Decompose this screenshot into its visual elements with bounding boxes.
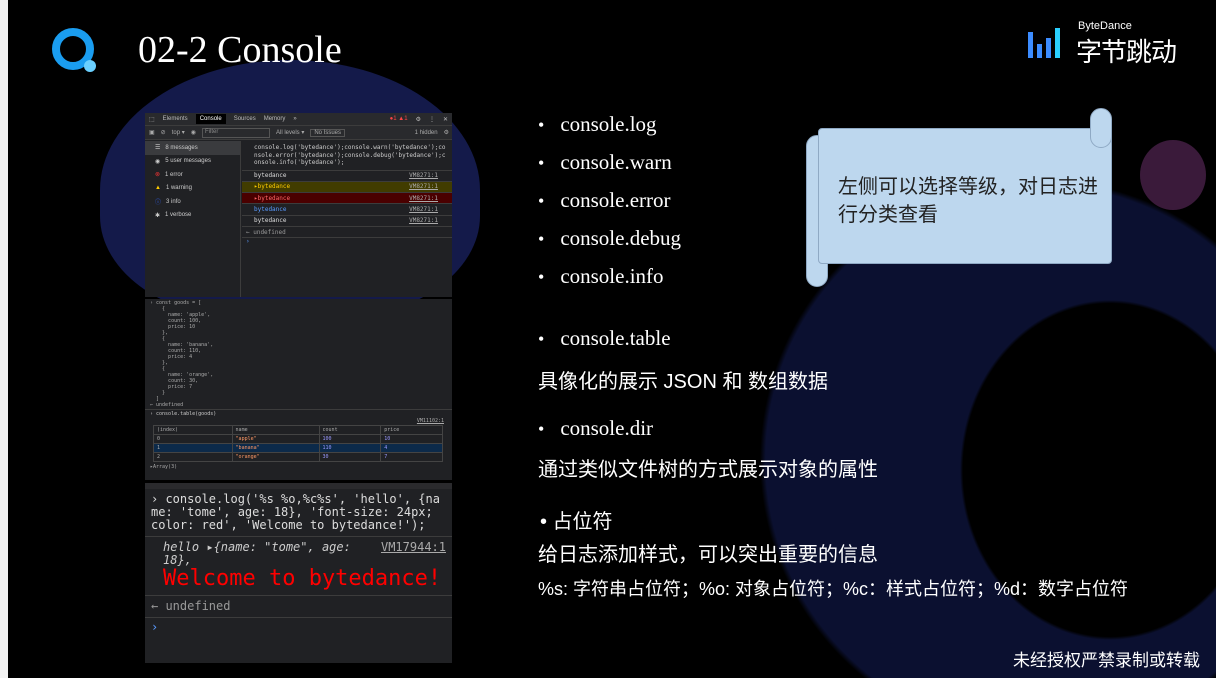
clear-icon[interactable]: ⊘ xyxy=(161,129,166,136)
bullet-warn: console.warn xyxy=(538,150,671,175)
console-prompt[interactable]: › xyxy=(145,618,452,636)
slide-footer: 未经授权严禁录制或转载 xyxy=(1013,651,1200,670)
sidebar-item-errors[interactable]: ⊗ 1 error xyxy=(145,168,240,182)
issue-badges[interactable]: ●1 ▲1 xyxy=(390,116,408,122)
placeholder-detail: %s: 字符串占位符；%o: 对象占位符；%c：样式占位符；%d：数字占位符 xyxy=(538,579,1129,599)
placeholder-desc: 给日志添加样式，可以突出重要的信息 xyxy=(538,544,878,566)
goods-table: (index) name count price 0 "apple" 100 10 1 "ba… xyxy=(153,425,443,462)
console-command: console.log('bytedance');console.warn('b… xyxy=(242,141,452,171)
warning-icon: ▲ xyxy=(155,185,161,192)
bullet-error: console.error xyxy=(538,188,670,213)
user-icon: ◉ xyxy=(155,158,161,165)
log-row: bytedance VM8271:1 xyxy=(242,171,452,182)
warn-row: ▸bytedance VM8271:1 xyxy=(242,181,452,194)
table-row: 2 "orange" 30 7 xyxy=(153,452,443,462)
table-call: › console.table(goods) xyxy=(145,409,452,418)
course-logo xyxy=(52,28,96,72)
table-src[interactable]: VM11102:1 xyxy=(145,418,452,424)
console-sidebar: ☰ 8 messages ◉ 5 user messages ⊗ 1 error ▲ 1… xyxy=(145,141,241,297)
bullet-log: console.log xyxy=(538,112,656,137)
table-desc: 具像化的展示 JSON 和 数组数据 xyxy=(538,371,829,393)
slide-title: 02-2 Console xyxy=(138,29,342,71)
sidebar-item-warnings[interactable]: ▲ 1 warning xyxy=(145,182,240,196)
format-command: › console.log('%s %o,%c%s', 'hello', {na… xyxy=(145,489,452,537)
table-row: 0 "apple" 100 10 xyxy=(153,434,443,444)
bullet-placeholder: • 占位符 xyxy=(540,511,613,533)
issues-button[interactable]: No Issues xyxy=(310,128,346,137)
goods-code: › const goods = [ { name: 'apple', count… xyxy=(150,300,214,408)
close-icon[interactable]: ✕ xyxy=(443,116,448,123)
debug-row: bytedance VM8271:1 xyxy=(242,216,452,227)
welcome-text: Welcome to bytedance! xyxy=(163,566,442,591)
devtools-tabs: ⬚ Elements Console Sources Memory » ●1 ▲… xyxy=(145,113,452,126)
format-output: hello ▸{name: "tome", age: 18}, VM17944:1… xyxy=(145,537,452,596)
console-output: console.log('bytedance');console.warn('b… xyxy=(242,141,452,245)
more-icon[interactable]: ⋮ xyxy=(429,116,435,123)
eye-icon[interactable]: ◉ xyxy=(191,129,196,136)
tab-elements[interactable]: Elements xyxy=(163,116,188,122)
tab-sources[interactable]: Sources xyxy=(234,116,256,122)
bullet-info: console.info xyxy=(538,264,663,289)
info-icon: ⓘ xyxy=(155,200,162,207)
sidebar-item-messages[interactable]: ☰ 8 messages xyxy=(145,141,240,155)
devtools-console-panel: ⬚ Elements Console Sources Memory » ●1 ▲… xyxy=(145,113,452,297)
levels-select[interactable]: All levels ▾ xyxy=(276,129,304,136)
hidden-count: 1 hidden xyxy=(414,129,438,136)
slide-edge xyxy=(0,0,8,678)
more-tabs[interactable]: » xyxy=(293,116,296,122)
table-row: 1 "banana" 110 4 xyxy=(153,443,443,453)
sidebar-item-info[interactable]: ⓘ 3 info xyxy=(145,195,240,209)
gear-icon[interactable]: ⚙ xyxy=(416,116,421,123)
decor-planet xyxy=(1140,140,1206,210)
error-row: ▸bytedance VM8271:1 xyxy=(242,193,452,205)
result-row: ← undefined xyxy=(242,227,452,239)
inspect-icon[interactable]: ⬚ xyxy=(149,116,155,123)
console-table-panel: › const goods = [ { name: 'apple', count… xyxy=(145,299,452,480)
error-icon: ⊗ xyxy=(155,172,161,179)
dir-desc: 通过类似文件树的方式展示对象的属性 xyxy=(538,459,878,481)
settings-icon[interactable]: ⚙ xyxy=(444,129,449,136)
array-footer[interactable]: ▸Array(3) xyxy=(145,463,452,471)
console-toolbar: ▣ ⊘ top ▾ ◉ Filter All levels ▾ No Issue… xyxy=(145,126,452,140)
bullet-table: console.table xyxy=(538,326,670,351)
tab-console[interactable]: Console xyxy=(195,114,226,124)
bullet-dir: console.dir xyxy=(538,416,653,441)
console-format-panel: › console.log('%s %o,%c%s', 'hello', {na… xyxy=(145,483,452,663)
scroll-roll-right xyxy=(1090,108,1112,148)
tab-memory[interactable]: Memory xyxy=(264,116,286,122)
table-header: (index) name count price xyxy=(153,425,443,435)
bytedance-logo: ByteDance 字节跳动 xyxy=(1028,20,1188,67)
sidebar-toggle-icon[interactable]: ▣ xyxy=(149,129,155,136)
list-icon: ☰ xyxy=(155,145,161,152)
info-row: bytedance VM8271:1 xyxy=(242,204,452,216)
callout-text: 左侧可以选择等级，对日志进行分类查看 xyxy=(838,176,1098,226)
bug-icon: ✱ xyxy=(155,212,161,219)
bullet-debug: console.debug xyxy=(538,226,681,251)
filter-input[interactable]: Filter xyxy=(201,127,270,138)
sidebar-item-verbose[interactable]: ✱ 1 verbose xyxy=(145,209,240,223)
result-row: ← undefined xyxy=(145,596,452,618)
sidebar-item-user-messages[interactable]: ◉ 5 user messages xyxy=(145,155,240,169)
context-select[interactable]: top ▾ xyxy=(172,129,185,136)
console-prompt[interactable]: › xyxy=(242,238,452,245)
